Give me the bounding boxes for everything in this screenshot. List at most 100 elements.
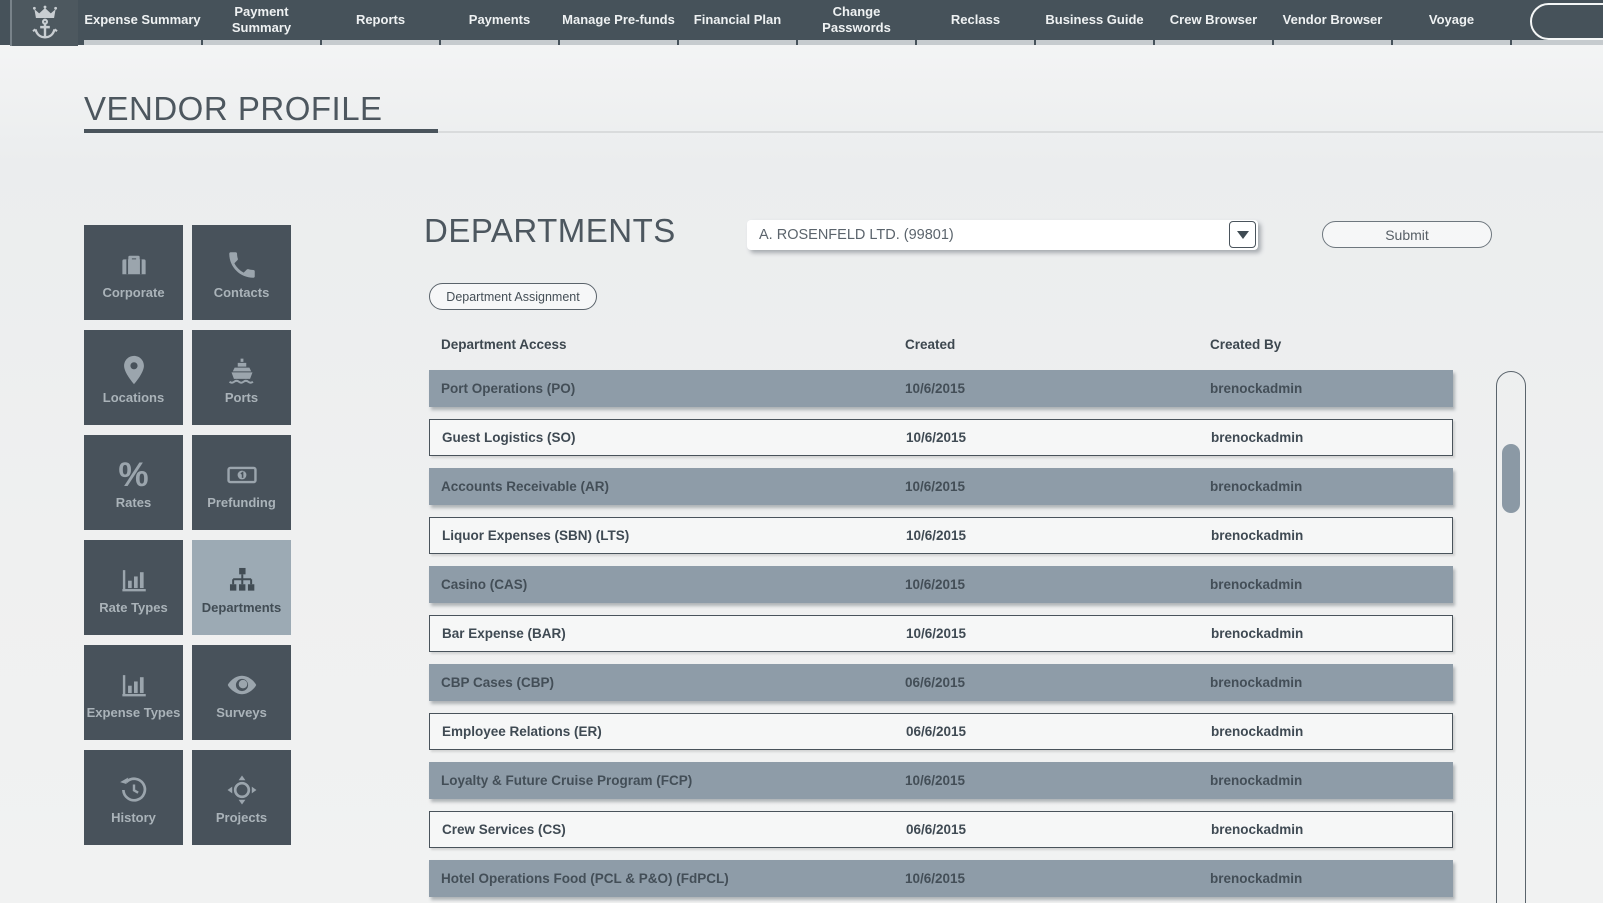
sidebar-tile-prefunding[interactable]: Prefunding — [192, 435, 291, 530]
banknote-icon — [225, 454, 259, 492]
cell-department: Loyalty & Future Cruise Program (FCP) — [441, 773, 692, 788]
section-title: DEPARTMENTS — [424, 212, 676, 250]
tab-label: Voyage — [1429, 12, 1474, 28]
column-header-created: Created — [905, 337, 955, 352]
department-assignment-button[interactable]: Department Assignment — [429, 283, 597, 310]
crown-anchor-icon — [28, 3, 62, 43]
tile-label: Contacts — [214, 286, 270, 301]
table-row[interactable]: Casino (CAS) 10/6/2015 brenockadmin — [429, 566, 1453, 603]
table-row[interactable]: Liquor Expenses (SBN) (LTS) 10/6/2015 br… — [429, 517, 1453, 554]
sidebar-tile-departments[interactable]: Departments — [192, 540, 291, 635]
tile-label: Rates — [116, 496, 151, 511]
tab-reports[interactable]: Reports — [322, 0, 439, 45]
cell-created-by: brenockadmin — [1210, 479, 1302, 494]
tab-label: Financial Plan — [694, 12, 781, 28]
cell-department: CBP Cases (CBP) — [441, 675, 554, 690]
top-nav: Expense Summary Payment Summary Reports … — [0, 0, 1603, 45]
cell-created-by: brenockadmin — [1210, 773, 1302, 788]
percent-glyph: % — [118, 458, 148, 492]
cell-created: 06/6/2015 — [906, 822, 966, 837]
tab-expense-summary[interactable]: Expense Summary — [84, 0, 201, 45]
vendor-select[interactable]: A. ROSENFELD LTD. (99801) — [747, 220, 1258, 250]
table-scrollbar-thumb[interactable] — [1502, 444, 1520, 513]
cell-created: 10/6/2015 — [906, 430, 966, 445]
tab-label: Expense Summary — [84, 12, 200, 28]
department-assignment-label: Department Assignment — [446, 290, 579, 304]
tab-label: Payment Summary — [203, 4, 320, 37]
table-row[interactable]: Hotel Operations Food (PCL & P&O) (FdPCL… — [429, 860, 1453, 897]
submit-button[interactable]: Submit — [1322, 221, 1492, 248]
vendor-select-arrow-button[interactable] — [1229, 221, 1256, 248]
table-row[interactable]: Guest Logistics (SO) 10/6/2015 brenockad… — [429, 419, 1453, 456]
map-pin-icon — [117, 349, 151, 387]
tile-label: Projects — [216, 811, 267, 826]
cell-created: 10/6/2015 — [905, 871, 965, 886]
cell-created-by: brenockadmin — [1211, 822, 1303, 837]
tab-payment-summary[interactable]: Payment Summary — [203, 0, 320, 45]
ship-icon — [225, 349, 259, 387]
sidebar-tile-history[interactable]: History — [84, 750, 183, 845]
nav-tabs: Expense Summary Payment Summary Reports … — [84, 0, 1512, 45]
cell-created-by: brenockadmin — [1211, 724, 1303, 739]
sidebar-tile-expense-types[interactable]: Expense Types — [84, 645, 183, 740]
title-underline-dark — [84, 129, 438, 133]
sidebar-tile-locations[interactable]: Locations — [84, 330, 183, 425]
table-row[interactable]: Employee Relations (ER) 06/6/2015 brenoc… — [429, 713, 1453, 750]
tab-payments[interactable]: Payments — [441, 0, 558, 45]
cell-department: Casino (CAS) — [441, 577, 527, 592]
bar-chart-icon — [117, 559, 151, 597]
cell-department: Accounts Receivable (AR) — [441, 479, 609, 494]
tab-change-passwords[interactable]: Change Passwords — [798, 0, 915, 45]
sidebar-tile-rate-types[interactable]: Rate Types — [84, 540, 183, 635]
tab-vendor-browser[interactable]: Vendor Browser — [1274, 0, 1391, 45]
cell-created: 10/6/2015 — [905, 773, 965, 788]
tab-crew-browser[interactable]: Crew Browser — [1155, 0, 1272, 45]
cell-department: Hotel Operations Food (PCL & P&O) (FdPCL… — [441, 871, 729, 886]
cell-created: 10/6/2015 — [905, 381, 965, 396]
phone-icon — [225, 244, 259, 282]
tab-voyage[interactable]: Voyage — [1393, 0, 1510, 45]
tab-label: Reclass — [951, 12, 1000, 28]
tile-label: Locations — [103, 391, 164, 406]
cell-created: 10/6/2015 — [906, 626, 966, 641]
brand-logo[interactable] — [10, 0, 78, 46]
sidebar-tile-contacts[interactable]: Contacts — [192, 225, 291, 320]
table-row[interactable]: CBP Cases (CBP) 06/6/2015 brenockadmin — [429, 664, 1453, 701]
tab-manage-prefunds[interactable]: Manage Pre-funds — [560, 0, 677, 45]
chevron-down-icon — [1237, 231, 1249, 239]
tile-label: History — [111, 811, 156, 826]
table-row[interactable]: Loyalty & Future Cruise Program (FCP) 10… — [429, 762, 1453, 799]
submit-label: Submit — [1385, 227, 1429, 243]
crosshair-icon — [225, 769, 259, 807]
percent-icon: % — [118, 454, 148, 492]
sidebar-tile-surveys[interactable]: Surveys — [192, 645, 291, 740]
tile-label: Surveys — [216, 706, 267, 721]
table-row[interactable]: Port Operations (PO) 10/6/2015 brenockad… — [429, 370, 1453, 407]
table-row[interactable]: Bar Expense (BAR) 10/6/2015 brenockadmin — [429, 615, 1453, 652]
tab-financial-plan[interactable]: Financial Plan — [679, 0, 796, 45]
tab-label: Change Passwords — [798, 4, 915, 37]
sidebar-tile-corporate[interactable]: Corporate — [84, 225, 183, 320]
sidebar-tile-projects[interactable]: Projects — [192, 750, 291, 845]
table-scrollbar-track[interactable] — [1496, 371, 1526, 903]
sidebar-tile-ports[interactable]: Ports — [192, 330, 291, 425]
table-row[interactable]: Accounts Receivable (AR) 10/6/2015 breno… — [429, 468, 1453, 505]
tab-label: Crew Browser — [1170, 12, 1257, 28]
tile-label: Departments — [202, 601, 281, 616]
tab-reclass[interactable]: Reclass — [917, 0, 1034, 45]
tile-label: Ports — [225, 391, 258, 406]
cell-created: 10/6/2015 — [905, 577, 965, 592]
cell-department: Port Operations (PO) — [441, 381, 575, 396]
table-row[interactable]: Crew Services (CS) 06/6/2015 brenockadmi… — [429, 811, 1453, 848]
tab-label: Business Guide — [1045, 12, 1143, 28]
nav-right-pill-button[interactable] — [1530, 3, 1603, 40]
cell-created: 06/6/2015 — [905, 675, 965, 690]
cell-created-by: brenockadmin — [1211, 528, 1303, 543]
sidebar-tile-rates[interactable]: % Rates — [84, 435, 183, 530]
tab-business-guide[interactable]: Business Guide — [1036, 0, 1153, 45]
tab-label: Payments — [469, 12, 530, 28]
column-header-created-by: Created By — [1210, 337, 1281, 352]
tile-label: Prefunding — [207, 496, 276, 511]
cell-created-by: brenockadmin — [1211, 430, 1303, 445]
page-title: VENDOR PROFILE — [84, 90, 383, 128]
